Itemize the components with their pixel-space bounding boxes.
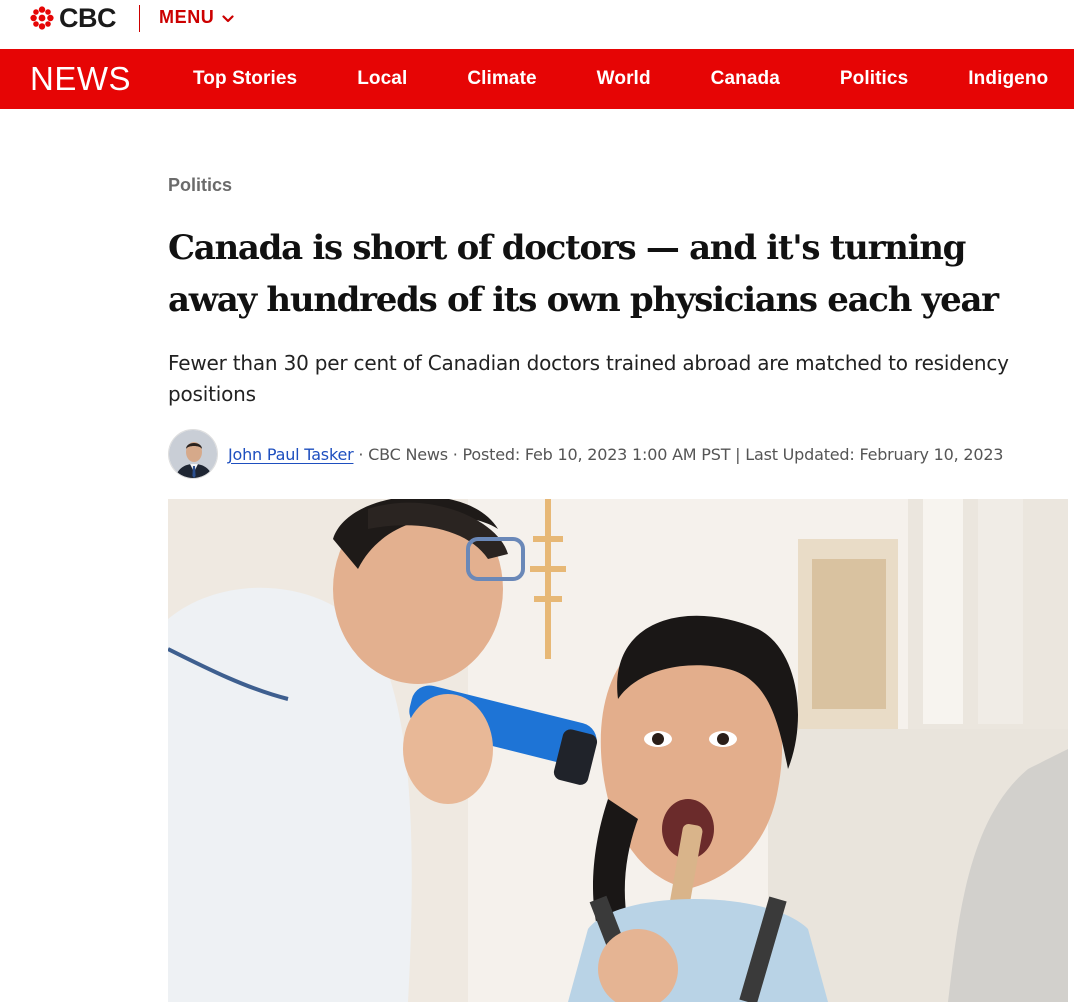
posted-date: Posted: Feb 10, 2023 1:00 AM PST: [462, 444, 731, 464]
author-avatar[interactable]: [168, 429, 218, 479]
byline-separator: |: [730, 444, 746, 464]
top-header: CBC MENU: [0, 0, 1074, 48]
menu-button[interactable]: MENU: [159, 7, 235, 28]
byline-meta: John Paul Tasker · CBC News · Posted: Fe…: [228, 445, 1003, 464]
nav-item-politics[interactable]: Politics: [840, 68, 908, 90]
article-headline: Canada is short of doctors — and it's tu…: [168, 228, 999, 320]
cbc-wordmark: CBC: [59, 3, 117, 33]
byline: John Paul Tasker · CBC News · Posted: Fe…: [168, 428, 1003, 480]
author-link[interactable]: John Paul Tasker: [228, 445, 354, 464]
nav-items: Top Stories Local Climate World Canada P…: [193, 49, 1074, 109]
news-brand[interactable]: NEWS: [30, 60, 131, 98]
nav-item-world[interactable]: World: [597, 68, 651, 90]
header-divider: [139, 5, 140, 32]
nav-item-canada[interactable]: Canada: [711, 68, 780, 90]
news-navbar: NEWS Top Stories Local Climate World Can…: [0, 49, 1074, 109]
nav-item-climate[interactable]: Climate: [467, 68, 536, 90]
cbc-logo[interactable]: CBC: [30, 3, 117, 33]
chevron-down-icon: [222, 14, 235, 22]
nav-item-indigenous[interactable]: Indigeno: [968, 68, 1048, 90]
author-photo: [169, 430, 217, 478]
nav-item-top-stories[interactable]: Top Stories: [193, 68, 297, 90]
menu-label: MENU: [159, 7, 215, 27]
nav-item-local[interactable]: Local: [357, 68, 407, 90]
hero-image: [168, 499, 1068, 1002]
cbc-gem-icon: [30, 6, 54, 30]
hero-illustration: [168, 499, 1068, 1002]
article-deck: Fewer than 30 per cent of Canadian docto…: [168, 351, 1009, 406]
section-label[interactable]: Politics: [168, 175, 232, 196]
updated-date: Last Updated: February 10, 2023: [745, 444, 1004, 464]
byline-outlet: · CBC News ·: [353, 444, 463, 464]
